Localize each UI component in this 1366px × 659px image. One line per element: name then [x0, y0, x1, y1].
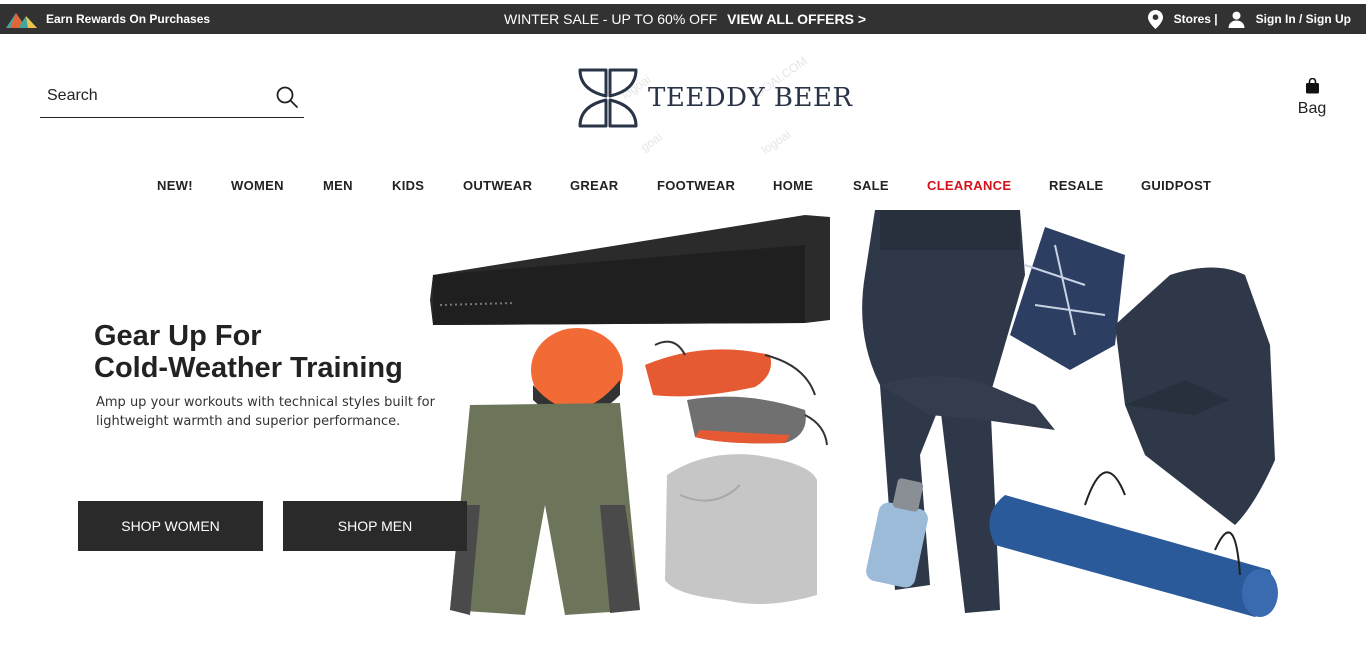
nav-item-guidpost[interactable]: GUIDPOST: [1141, 178, 1211, 193]
stores-link[interactable]: Stores |: [1174, 12, 1218, 26]
nav-item-grear[interactable]: GREAR: [570, 178, 618, 193]
nav-item-men[interactable]: MEN: [323, 178, 353, 193]
watermark-text: goai: [638, 129, 665, 155]
product-flatlay-image[interactable]: [425, 205, 1295, 645]
bag-label: Bag: [1297, 100, 1327, 117]
sneakers-image: [645, 340, 828, 446]
nav-item-resale[interactable]: RESALE: [1049, 178, 1104, 193]
sale-banner: WINTER SALE - UP TO 60% OFF VIEW ALL OFF…: [504, 4, 866, 34]
top-promo-bar: Earn Rewards On Purchases WINTER SALE - …: [0, 4, 1366, 34]
nav-item-clearance[interactable]: CLEARANCE: [927, 178, 1011, 193]
nav-item-footwear[interactable]: FOOTWEAR: [657, 178, 735, 193]
shop-women-button[interactable]: SHOP WOMEN: [78, 501, 263, 551]
nav-item-outwear[interactable]: OUTWEAR: [463, 178, 532, 193]
search-bar: [40, 78, 304, 118]
sale-text: WINTER SALE - UP TO 60% OFF: [504, 11, 718, 27]
brand-logo[interactable]: TEEDDY BEER: [576, 66, 853, 130]
location-pin-icon[interactable]: [1147, 9, 1163, 29]
bag-button[interactable]: Bag: [1290, 77, 1334, 118]
green-shorts-image: [450, 403, 640, 615]
shopping-bag-icon: [1305, 77, 1319, 94]
watermark-text: logoai: [758, 127, 794, 157]
rewards-link[interactable]: Earn Rewards On Purchases: [6, 4, 210, 34]
hero-title: Gear Up For Cold-Weather Training: [94, 320, 403, 384]
hero-subtitle: Amp up your workouts with technical styl…: [96, 395, 435, 429]
search-icon[interactable]: [275, 85, 299, 109]
hero-title-line2: Cold-Weather Training: [94, 352, 403, 384]
main-navigation: NEW! WOMEN MEN KIDS OUTWEAR GREAR FOOTWE…: [0, 178, 1366, 196]
buff-scarf-image: [1010, 227, 1125, 370]
nav-item-home[interactable]: HOME: [773, 178, 813, 193]
view-all-offers-link[interactable]: VIEW ALL OFFERS >: [727, 11, 866, 27]
grey-tee-image: [665, 454, 817, 604]
account-links: Stores | Sign In / Sign Up: [1147, 4, 1351, 34]
shop-men-button[interactable]: SHOP MEN: [283, 501, 467, 551]
sign-in-link[interactable]: Sign In / Sign Up: [1256, 12, 1351, 26]
nav-item-women[interactable]: WOMEN: [231, 178, 284, 193]
brand-name: TEEDDY BEER: [648, 83, 853, 113]
nav-item-new[interactable]: NEW!: [157, 178, 193, 193]
nav-item-sale[interactable]: SALE: [853, 178, 889, 193]
teddy-beer-logo-icon: [578, 68, 638, 128]
navy-pullover-image: [1115, 267, 1275, 525]
black-tights-image: [430, 215, 830, 325]
nav-item-kids[interactable]: KIDS: [392, 178, 424, 193]
search-input[interactable]: [47, 84, 267, 108]
rewards-text: Earn Rewards On Purchases: [46, 12, 211, 26]
user-icon[interactable]: [1228, 11, 1245, 28]
hero-title-line1: Gear Up For: [94, 320, 262, 352]
mountain-logo-icon: [6, 13, 37, 28]
